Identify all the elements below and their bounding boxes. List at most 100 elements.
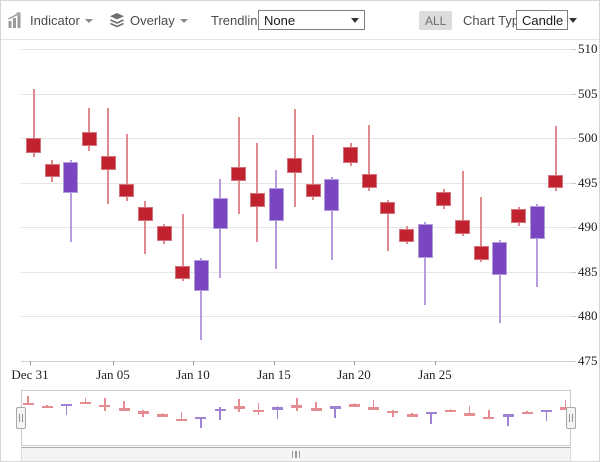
- nav-bar-close: [195, 417, 206, 420]
- nav-bar-close: [387, 411, 398, 414]
- candle-body: [492, 242, 507, 275]
- y-axis-tick: [571, 361, 576, 362]
- y-axis-tick: [571, 316, 576, 317]
- nav-bar-close: [176, 419, 187, 422]
- y-axis-label: 500: [578, 130, 600, 146]
- gridline: [21, 94, 571, 95]
- chart-type-select[interactable]: Candle: [516, 10, 568, 30]
- y-axis-tick: [571, 138, 576, 139]
- candle-body: [119, 184, 134, 197]
- candle-body: [63, 162, 78, 192]
- candle-body: [157, 226, 172, 240]
- trendline-label: Trendline: [211, 1, 265, 39]
- nav-bar-range: [430, 413, 432, 424]
- nav-bar-close: [119, 408, 130, 411]
- x-axis-tick: [193, 361, 194, 365]
- y-axis-tick: [571, 94, 576, 95]
- candle-body: [511, 209, 526, 222]
- candle-body: [287, 158, 302, 173]
- candle-body: [530, 206, 545, 239]
- y-axis-label: 490: [578, 219, 600, 235]
- nav-bar-close: [234, 406, 245, 409]
- nav-bar-close: [80, 402, 91, 405]
- candle-wick: [238, 117, 240, 214]
- nav-bar-range: [334, 407, 336, 418]
- nav-bar-close: [23, 403, 34, 406]
- nav-bar-close: [99, 405, 110, 408]
- nav-bar-close: [215, 409, 226, 412]
- nav-bar-close: [272, 407, 283, 410]
- y-axis-tick: [571, 49, 576, 50]
- candle-body: [213, 198, 228, 229]
- x-axis-label: Jan 20: [337, 367, 371, 383]
- nav-bar-close: [291, 405, 302, 408]
- nav-bar-close: [368, 407, 379, 410]
- x-axis-label: Jan 15: [257, 367, 291, 383]
- nav-bar-close: [541, 410, 552, 413]
- chevron-down-icon: [569, 18, 577, 23]
- nav-bar-range: [546, 411, 548, 422]
- candle-body: [26, 138, 41, 153]
- chart-type-selected-value: Candle: [522, 13, 563, 28]
- nav-bar-close: [253, 410, 264, 413]
- nav-bar-close: [522, 412, 533, 415]
- gridline: [21, 49, 571, 50]
- bar-chart-indicator-icon: [7, 12, 25, 28]
- gridline: [21, 227, 571, 228]
- nav-bar-range: [507, 415, 509, 426]
- overlay-menu-button[interactable]: Overlay: [109, 1, 188, 39]
- navigator-right-handle[interactable]: [566, 407, 576, 429]
- y-axis-tick: [571, 272, 576, 273]
- gridline: [21, 316, 571, 317]
- candle-body: [175, 266, 190, 279]
- overlay-label: Overlay: [130, 13, 175, 28]
- candle-body: [418, 224, 433, 258]
- indicator-menu-button[interactable]: Indicator: [7, 1, 93, 39]
- gridline: [21, 361, 571, 362]
- y-axis-tick: [571, 227, 576, 228]
- candle-body: [269, 188, 284, 221]
- all-range-button[interactable]: ALL: [419, 11, 452, 30]
- candle-body: [138, 207, 153, 221]
- candle-body: [250, 193, 265, 207]
- nav-bar-close: [426, 412, 437, 415]
- x-axis-tick: [354, 361, 355, 365]
- chevron-down-icon: [351, 18, 359, 23]
- gridline: [21, 138, 571, 139]
- x-axis-tick: [435, 361, 436, 365]
- nav-bar-range: [66, 405, 68, 416]
- x-axis-label: Dec 31: [11, 367, 48, 383]
- chart-widget: Indicator Overlay Trendline None ALL Cha…: [0, 0, 600, 462]
- gridline: [21, 183, 571, 184]
- nav-bar-close: [407, 414, 418, 417]
- x-axis-tick: [113, 361, 114, 365]
- x-axis-tick: [30, 361, 31, 365]
- nav-bar-close: [349, 404, 360, 407]
- candle-body: [194, 260, 209, 290]
- layers-icon: [109, 12, 125, 28]
- y-axis-label: 495: [578, 175, 600, 191]
- nav-bar-close: [138, 411, 149, 414]
- scrollbar-grip[interactable]: [292, 451, 301, 458]
- candle-body: [474, 246, 489, 260]
- horizontal-scrollbar[interactable]: [21, 447, 571, 462]
- candle-body: [45, 164, 60, 177]
- y-axis-label: 480: [578, 308, 600, 324]
- trendline-select[interactable]: None: [258, 10, 365, 30]
- y-axis-tick: [571, 183, 576, 184]
- y-axis-label: 485: [578, 264, 600, 280]
- candle-body: [399, 229, 414, 241]
- candle-body: [455, 220, 470, 234]
- y-axis-label: 475: [578, 353, 600, 369]
- candle-body: [436, 192, 451, 206]
- candle-body: [343, 147, 358, 163]
- nav-bar-close: [464, 413, 475, 416]
- navigator-left-handle[interactable]: [16, 407, 26, 429]
- nav-bar-close: [311, 408, 322, 411]
- nav-bar-close: [483, 417, 494, 420]
- nav-bar-close: [61, 404, 72, 407]
- candlestick-chart: 510505500495490485480475Dec 31Jan 05Jan …: [1, 39, 600, 389]
- y-axis-label: 510: [578, 41, 600, 57]
- range-navigator[interactable]: [21, 390, 571, 446]
- candle-body: [380, 202, 395, 214]
